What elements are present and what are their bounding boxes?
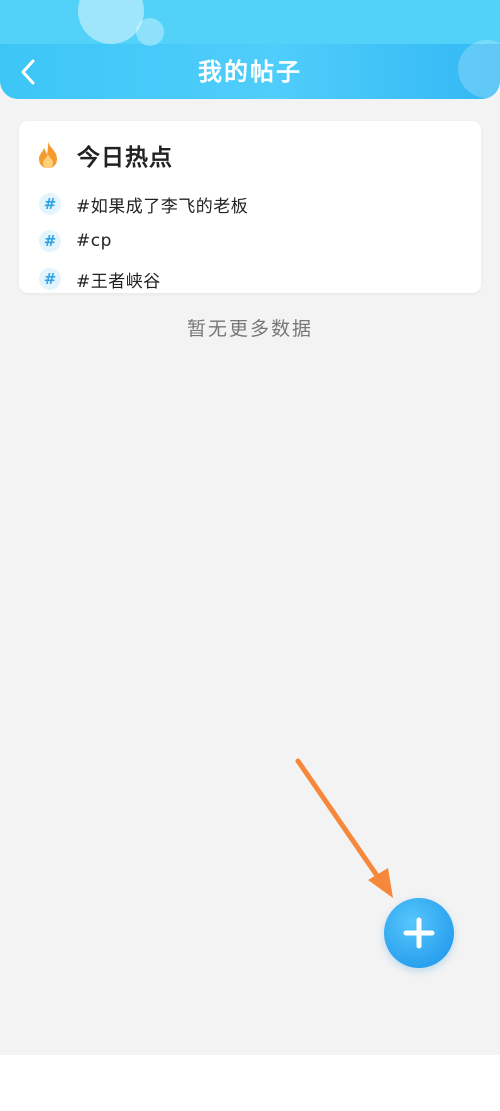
hash-icon: # bbox=[39, 268, 61, 290]
topic-item[interactable]: # #王者峡谷 bbox=[39, 266, 161, 292]
bottom-bar bbox=[0, 1055, 500, 1111]
flame-icon bbox=[39, 142, 57, 168]
hot-topics-header: 今日热点 bbox=[35, 139, 173, 171]
hot-topics-title: 今日热点 bbox=[77, 145, 173, 171]
topic-label: #cp bbox=[76, 231, 112, 251]
topic-item[interactable]: # #如果成了李飞的老板 bbox=[39, 191, 248, 217]
hash-icon: # bbox=[39, 230, 61, 252]
empty-state-text: 暂无更多数据 bbox=[186, 318, 313, 340]
hash-icon: # bbox=[39, 193, 61, 215]
add-post-button[interactable] bbox=[384, 898, 454, 968]
app-screen: 我的帖子 今日热点 # #如果成了李飞的老板 # #cp # #王者峡谷 暂无更… bbox=[0, 0, 500, 1111]
hot-topics-card: 今日热点 # #如果成了李飞的老板 # #cp # #王者峡谷 bbox=[19, 121, 481, 293]
topic-item[interactable]: # #cp bbox=[39, 228, 112, 254]
topic-label: #如果成了李飞的老板 bbox=[76, 196, 249, 217]
header-bar: 我的帖子 bbox=[0, 0, 500, 99]
decor-bubble bbox=[136, 18, 164, 46]
status-bar bbox=[0, 0, 500, 44]
page-title: 我的帖子 bbox=[198, 58, 302, 86]
topic-label: #王者峡谷 bbox=[76, 271, 161, 292]
plus-icon bbox=[403, 917, 435, 949]
